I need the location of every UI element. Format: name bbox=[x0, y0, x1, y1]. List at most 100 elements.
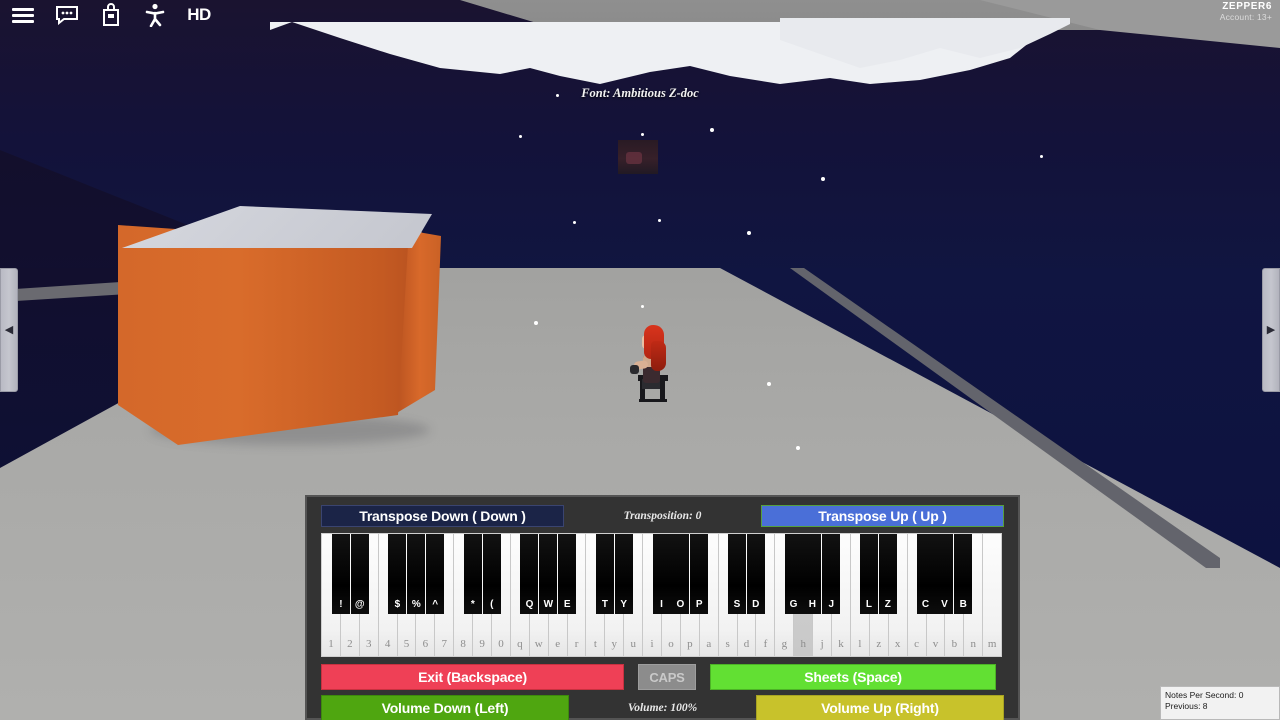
volume-up-button[interactable]: Volume Up (Right) bbox=[756, 695, 1004, 720]
sparkle-particle bbox=[534, 321, 538, 325]
white-key-label: v bbox=[932, 638, 939, 650]
black-key-B[interactable]: B bbox=[954, 534, 973, 614]
white-key-label: 0 bbox=[498, 638, 504, 650]
player-character bbox=[630, 325, 672, 402]
volume-down-button[interactable]: Volume Down (Left) bbox=[321, 695, 569, 720]
white-key-label: a bbox=[706, 638, 712, 650]
black-key-D[interactable]: D bbox=[746, 534, 765, 614]
left-arrow-icon: ◀ bbox=[4, 323, 14, 336]
black-key-label: S bbox=[733, 599, 741, 610]
sparkle-particle bbox=[1040, 155, 1043, 158]
sparkle-particle bbox=[641, 133, 644, 136]
black-key-label: L bbox=[865, 599, 873, 610]
black-key-I[interactable]: I bbox=[652, 534, 671, 614]
black-key-P[interactable]: P bbox=[690, 534, 709, 614]
white-key-label: b bbox=[951, 638, 958, 650]
black-key-label: W bbox=[543, 599, 554, 610]
exit-button[interactable]: Exit (Backspace) bbox=[321, 664, 624, 690]
black-key-%[interactable]: % bbox=[407, 534, 426, 614]
sparkle-particle bbox=[658, 219, 661, 222]
black-key-label: Q bbox=[525, 599, 534, 610]
white-key-label: u bbox=[630, 638, 636, 650]
chat-icon[interactable] bbox=[54, 2, 80, 28]
white-key-label: 5 bbox=[403, 638, 410, 650]
white-key-label: e bbox=[555, 638, 561, 650]
black-key-^[interactable]: ^ bbox=[426, 534, 445, 614]
black-key-label: P bbox=[695, 599, 703, 610]
transposition-label: Transposition: 0 bbox=[623, 510, 702, 522]
white-key-label: 2 bbox=[347, 638, 353, 650]
black-key-J[interactable]: J bbox=[822, 534, 841, 614]
sheets-button[interactable]: Sheets (Space) bbox=[710, 664, 996, 690]
black-key-label: I bbox=[660, 599, 663, 610]
piano-keyboard: 1 2345678 9 0 qwe r t yu i o p a s d f gh j k l zx c vbnm ! @ $… bbox=[321, 533, 1002, 657]
black-key-$[interactable]: $ bbox=[388, 534, 407, 614]
black-key-Z[interactable]: Z bbox=[878, 534, 897, 614]
white-key-label: w bbox=[534, 638, 543, 650]
previous-notes-label: Previous: 8 bbox=[1165, 701, 1208, 712]
notes-per-second-overlay: Notes Per Second: 0 Previous: 8 bbox=[1160, 686, 1280, 720]
black-key-label: V bbox=[941, 599, 948, 610]
white-key-label: c bbox=[914, 638, 919, 650]
bench-leg-right bbox=[660, 381, 665, 401]
white-key-label: k bbox=[838, 638, 844, 650]
black-key-label: * bbox=[470, 599, 475, 610]
distant-object-detail bbox=[626, 152, 642, 164]
black-key-label: O bbox=[676, 599, 685, 610]
white-key-label: h bbox=[800, 638, 806, 650]
black-key-H[interactable]: H bbox=[803, 534, 822, 614]
volume-label: Volume: 100% bbox=[627, 702, 698, 714]
black-key-label: ! bbox=[339, 599, 343, 610]
black-key-L[interactable]: L bbox=[859, 534, 878, 614]
black-key-label: @ bbox=[354, 599, 365, 610]
black-key-T[interactable]: T bbox=[595, 534, 614, 614]
caps-button[interactable]: CAPS bbox=[638, 664, 696, 690]
font-label: Font: Ambitious Z-doc bbox=[581, 86, 699, 100]
black-key-![interactable]: ! bbox=[331, 534, 350, 614]
black-key-@[interactable]: @ bbox=[350, 534, 369, 614]
backpack-icon[interactable] bbox=[98, 2, 124, 28]
sparkle-particle bbox=[710, 128, 714, 132]
black-key-W[interactable]: W bbox=[539, 534, 558, 614]
white-key-label: z bbox=[876, 638, 882, 650]
transpose-row: Transpose Down ( Down ) Transposition: 0… bbox=[321, 505, 1004, 527]
black-key-label: ^ bbox=[432, 599, 439, 610]
white-key-label: s bbox=[725, 638, 730, 650]
black-key-C[interactable]: C bbox=[916, 534, 935, 614]
white-key-label: m bbox=[987, 638, 997, 650]
sparkle-particle bbox=[747, 231, 751, 235]
menu-icon[interactable] bbox=[10, 2, 36, 28]
white-key-label: q bbox=[517, 638, 523, 650]
black-key-E[interactable]: E bbox=[558, 534, 577, 614]
black-key-([interactable]: ( bbox=[482, 534, 501, 614]
username-label: ZEPPER6 bbox=[1222, 1, 1272, 12]
character-hair-back bbox=[651, 341, 666, 371]
transpose-up-button[interactable]: Transpose Up ( Up ) bbox=[761, 505, 1004, 527]
hd-icon[interactable]: HD bbox=[186, 2, 212, 28]
black-key-G[interactable]: G bbox=[784, 534, 803, 614]
black-key-label: T bbox=[601, 599, 608, 610]
black-key-*[interactable]: * bbox=[463, 534, 482, 614]
black-key-Y[interactable]: Y bbox=[614, 534, 633, 614]
black-key-label: B bbox=[959, 599, 967, 610]
black-key-S[interactable]: S bbox=[727, 534, 746, 614]
black-key-label: E bbox=[563, 599, 571, 610]
topbar-icon-group: HD bbox=[10, 0, 212, 30]
black-key-Q[interactable]: Q bbox=[520, 534, 539, 614]
accessibility-icon[interactable] bbox=[142, 2, 168, 28]
black-key-V[interactable]: V bbox=[935, 534, 954, 614]
hd-label: HD bbox=[187, 5, 211, 24]
black-key-label: Z bbox=[884, 599, 891, 610]
sparkle-particle bbox=[767, 382, 771, 386]
white-key-label: 1 bbox=[328, 638, 334, 650]
account-info[interactable]: ZEPPER6 Account: 13+ bbox=[1220, 1, 1272, 22]
black-key-label: D bbox=[752, 599, 760, 610]
sparkle-particle bbox=[641, 305, 644, 308]
white-key-label: t bbox=[593, 638, 597, 650]
white-key-m[interactable]: m bbox=[983, 534, 1002, 656]
transpose-down-button[interactable]: Transpose Down ( Down ) bbox=[321, 505, 564, 527]
nav-arrow-right[interactable]: ▶ bbox=[1262, 268, 1280, 392]
black-key-O[interactable]: O bbox=[671, 534, 690, 614]
nav-arrow-left[interactable]: ◀ bbox=[0, 268, 18, 392]
account-age-label: Account: 13+ bbox=[1219, 12, 1272, 22]
